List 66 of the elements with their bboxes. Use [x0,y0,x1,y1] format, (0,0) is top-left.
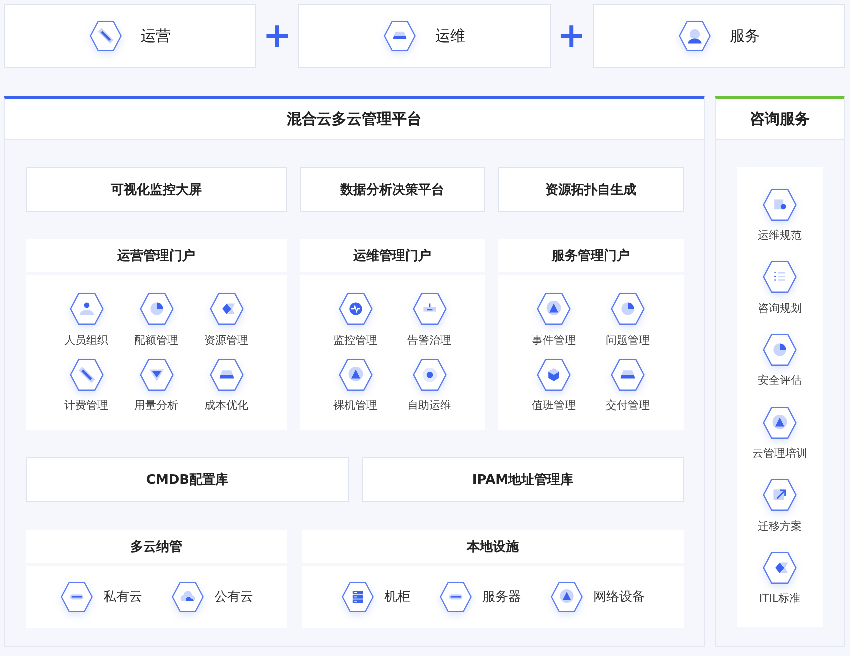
service-label: 运维规范 [758,228,802,243]
feature-label: 配额管理 [134,332,178,348]
feature-label: 资源管理 [204,332,248,348]
tool-card: 可视化监控大屏 [26,167,287,212]
service-label: 迁移方案 [758,518,802,534]
plus-sign: + [262,16,293,56]
portal-title: 服务管理门户 [498,239,684,272]
tool-card: 数据分析决策平台 [300,167,485,212]
triangle-icon [762,406,798,440]
feature-label: 问题管理 [606,332,650,348]
pie-chart-icon [762,333,798,368]
feature-label: 用量分析 [134,398,178,413]
diamond-icon [762,551,798,586]
pie-chart-icon [138,292,174,326]
layers-icon [208,358,244,392]
triangle-icon [338,358,374,392]
consulting-title: 咨询服务 [716,99,844,140]
feature-label: 监控管理 [334,332,378,348]
person-icon [678,20,712,52]
resource-label: 服务器 [482,588,522,606]
cloud-icon [170,580,204,614]
plus-sign: + [556,16,587,56]
service-label: 安全评估 [758,373,802,388]
arrow-icon [762,478,798,513]
resource-label: 私有云 [104,588,142,606]
database-card: CMDB配置库 [26,457,349,502]
pulse-icon [338,292,374,326]
module-label: 服务 [730,26,760,46]
resource-label: 机柜 [384,588,410,606]
funnel-icon [138,358,174,392]
resource-label: 网络设备 [594,588,646,606]
module-label: 运营 [141,26,172,46]
feature-label: 成本优化 [204,398,248,413]
section-title: 本地设施 [302,530,684,563]
triangle-icon [536,292,572,326]
section-title: 多云纳管 [26,530,287,563]
list-icon [762,260,798,295]
layers-icon [610,358,646,392]
feature-label: 值班管理 [532,398,576,413]
layers-icon [383,20,418,52]
portal-title: 运维管理门户 [300,239,485,272]
feature-label: 交付管理 [606,398,650,413]
pen-icon [89,20,124,52]
tool-card: 资源拓扑自生成 [498,167,684,212]
person-icon [68,292,104,326]
pen-icon [68,358,104,392]
service-label: 云管理培训 [752,446,808,461]
document-icon [762,188,798,222]
triangle-icon [550,580,584,614]
service-label: 咨询规划 [758,300,802,316]
server-icon [340,580,374,614]
pie-chart-icon [610,292,646,326]
feature-label: 裸机管理 [334,398,378,413]
platform-title: 混合云多云管理平台 [5,99,704,140]
feature-label: 告警治理 [408,332,452,348]
feature-label: 事件管理 [532,332,576,348]
cube-icon [536,358,572,392]
resource-label: 公有云 [214,588,254,606]
feature-label: 自助运维 [408,398,452,413]
module-label: 运维 [435,26,466,46]
database-card: IPAM地址管理库 [362,457,684,502]
service-label: ITIL标准 [759,591,801,606]
feature-label: 人员组织 [64,332,108,348]
portal-title: 运营管理门户 [26,239,287,272]
feature-label: 计费管理 [64,398,108,413]
diamond-icon [208,292,244,326]
